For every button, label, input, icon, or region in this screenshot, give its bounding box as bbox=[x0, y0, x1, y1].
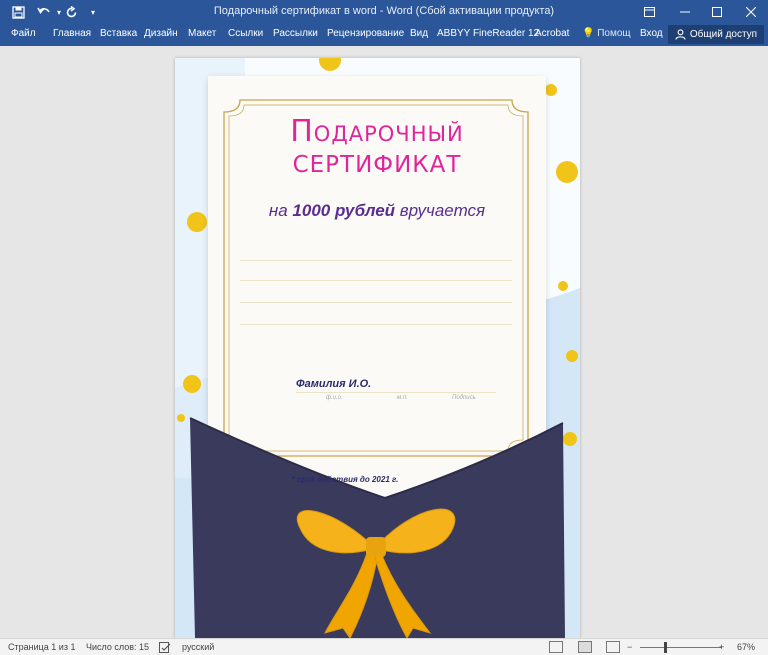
label-signature: Подпись bbox=[452, 395, 476, 401]
print-layout-icon[interactable] bbox=[578, 641, 592, 653]
coin bbox=[545, 84, 557, 96]
tab-review[interactable]: Рецензирование bbox=[327, 28, 404, 39]
close-icon[interactable] bbox=[734, 0, 768, 24]
certificate-subtitle: на 1000 рублей вручается bbox=[208, 201, 546, 221]
certificate-card: Подарочный СЕРТИФИКАТ на 1000 рублей вру… bbox=[208, 76, 546, 506]
tab-design[interactable]: Дизайн bbox=[144, 28, 178, 39]
language[interactable]: русский bbox=[182, 642, 214, 652]
zoom-level[interactable]: 67% bbox=[737, 642, 755, 652]
ribbon-display-icon[interactable] bbox=[632, 0, 666, 24]
zoom-slider[interactable] bbox=[640, 647, 722, 648]
coin bbox=[558, 281, 568, 291]
fill-line bbox=[240, 302, 512, 303]
coin bbox=[556, 161, 578, 183]
tab-file[interactable]: Файл bbox=[11, 28, 36, 39]
tab-insert[interactable]: Вставка bbox=[100, 28, 137, 39]
label-fio: ф.и.о. bbox=[326, 395, 343, 401]
minimize-icon[interactable] bbox=[668, 0, 702, 24]
redo-icon[interactable] bbox=[61, 2, 81, 22]
page-count[interactable]: Страница 1 из 1 bbox=[8, 642, 75, 652]
restore-icon[interactable] bbox=[700, 0, 734, 24]
zoom-in-button[interactable]: + bbox=[719, 642, 724, 652]
tab-abbyy[interactable]: ABBYY FineReader 12 bbox=[437, 28, 539, 39]
tab-layout[interactable]: Макет bbox=[188, 28, 216, 39]
web-layout-icon[interactable] bbox=[606, 641, 620, 653]
label-mp: м.п. bbox=[397, 395, 408, 401]
tab-acrobat[interactable]: Acrobat bbox=[535, 28, 569, 39]
proofing-icon[interactable] bbox=[159, 642, 171, 655]
tell-me-label: Помощ bbox=[597, 28, 631, 39]
word-count[interactable]: Число слов: 15 bbox=[86, 642, 149, 652]
fill-line bbox=[240, 260, 512, 261]
tell-me[interactable]: 💡 Помощ bbox=[582, 28, 631, 39]
zoom-thumb[interactable] bbox=[664, 642, 667, 653]
coin bbox=[187, 212, 207, 232]
validity-note: * срок действия до 2021 г. bbox=[291, 475, 399, 484]
fill-line bbox=[240, 324, 512, 325]
zoom-out-button[interactable]: − bbox=[627, 642, 632, 652]
ribbon-tabs: Файл Главная Вставка Дизайн Макет Ссылки… bbox=[0, 24, 768, 46]
fill-line bbox=[240, 280, 512, 281]
coin bbox=[183, 375, 201, 393]
share-button[interactable]: Общий доступ bbox=[668, 25, 764, 44]
share-label: Общий доступ bbox=[689, 29, 758, 40]
document-area[interactable]: Подарочный СЕРТИФИКАТ на 1000 рублей вру… bbox=[0, 46, 768, 638]
tab-references[interactable]: Ссылки bbox=[228, 28, 263, 39]
save-icon[interactable] bbox=[8, 2, 28, 22]
tab-mailings[interactable]: Рассылки bbox=[273, 28, 318, 39]
lightbulb-icon: 💡 bbox=[582, 28, 595, 39]
title-bar: ▾ ▾ Подарочный сертификат в word - Word … bbox=[0, 0, 768, 24]
customize-icon[interactable]: ▾ bbox=[83, 2, 103, 22]
read-mode-icon[interactable] bbox=[549, 641, 563, 653]
subtitle-amount: 1000 рублей bbox=[292, 201, 396, 220]
sign-in-link[interactable]: Вход bbox=[640, 28, 663, 39]
tab-view[interactable]: Вид bbox=[410, 28, 428, 39]
subtitle-suffix: вручается bbox=[395, 201, 486, 220]
signature-line bbox=[296, 392, 496, 393]
coin bbox=[177, 414, 185, 422]
document-page[interactable]: Подарочный СЕРТИФИКАТ на 1000 рублей вру… bbox=[175, 58, 580, 638]
certificate-title-line2: СЕРТИФИКАТ bbox=[292, 152, 462, 178]
person-icon bbox=[675, 29, 686, 40]
recipient-name: Фамилия И.О. bbox=[296, 378, 372, 390]
status-bar: Страница 1 из 1 Число слов: 15 русский −… bbox=[0, 638, 768, 655]
coin bbox=[563, 432, 577, 446]
tab-home[interactable]: Главная bbox=[53, 28, 91, 39]
document-title: Подарочный сертификат в word - Word (Сбо… bbox=[213, 5, 555, 17]
subtitle-prefix: на bbox=[268, 201, 293, 220]
certificate-title-line1: Подарочный bbox=[290, 114, 464, 149]
coin bbox=[566, 350, 578, 362]
